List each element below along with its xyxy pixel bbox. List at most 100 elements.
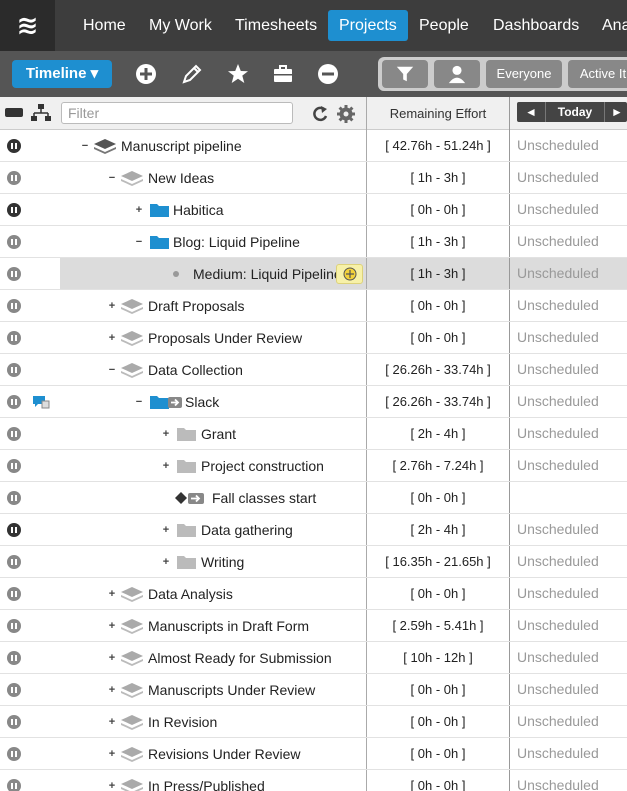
hierarchy-icon[interactable] [30, 103, 52, 123]
pause-icon[interactable] [7, 683, 21, 697]
app-logo-icon[interactable]: ≋ [0, 0, 55, 51]
filter-input[interactable] [61, 102, 293, 124]
row-label[interactable]: Fall classes start [212, 489, 316, 507]
schedule-cell[interactable]: Unscheduled [510, 450, 627, 481]
person-icon[interactable] [434, 60, 480, 88]
pause-icon[interactable] [7, 747, 21, 761]
row-label[interactable]: Proposals Under Review [148, 329, 302, 347]
collapse-icon[interactable]: − [80, 141, 90, 152]
schedule-cell[interactable]: Unscheduled [510, 578, 627, 609]
table-row[interactable]: + Project construction [ 2.76h - 7.24h ] Un… [0, 450, 627, 482]
row-label[interactable]: Data gathering [201, 521, 293, 539]
table-row[interactable]: + Almost Ready for Submission [ 10h - 12h … [0, 642, 627, 674]
remaining-effort-header[interactable]: Remaining Effort [366, 97, 510, 130]
expand-icon[interactable]: + [107, 781, 117, 791]
pause-icon[interactable] [7, 427, 21, 441]
expand-icon[interactable]: + [134, 205, 144, 216]
schedule-cell[interactable]: Unscheduled [510, 738, 627, 769]
row-label[interactable]: New Ideas [148, 169, 214, 187]
pause-icon[interactable] [7, 619, 21, 633]
collapse-icon[interactable]: − [107, 173, 117, 184]
schedule-cell[interactable]: Unscheduled [510, 290, 627, 321]
pause-icon[interactable] [7, 203, 21, 217]
remove-icon[interactable] [316, 62, 340, 86]
schedule-cell[interactable]: Unscheduled [510, 226, 627, 257]
table-row[interactable]: + Data gathering [ 2h - 4h ] Unscheduled [0, 514, 627, 546]
row-label[interactable]: Writing [201, 553, 244, 571]
pause-icon[interactable] [7, 171, 21, 185]
schedule-cell[interactable]: Unscheduled [510, 162, 627, 193]
schedule-cell[interactable]: Unscheduled [510, 258, 627, 289]
table-row[interactable]: − Slack [ 26.26h - 33.74h ] Unscheduled [0, 386, 627, 418]
schedule-cell[interactable]: Unscheduled [510, 674, 627, 705]
schedule-cell[interactable]: Unscheduled [510, 546, 627, 577]
expand-icon[interactable]: + [107, 621, 117, 632]
table-row[interactable]: − Blog: Liquid Pipeline [ 1h - 3h ] Unsched… [0, 226, 627, 258]
table-row[interactable]: Medium: Liquid Pipeline [ 1h - 3h ] Unsche… [0, 258, 627, 290]
row-label[interactable]: Draft Proposals [148, 297, 244, 315]
nav-dashboards[interactable]: Dashboards [482, 10, 590, 41]
schedule-cell[interactable]: Unscheduled [510, 194, 627, 225]
schedule-cell[interactable] [510, 482, 627, 513]
expand-icon[interactable]: + [161, 461, 171, 472]
schedule-cell[interactable]: Unscheduled [510, 770, 627, 791]
filter-icon[interactable] [382, 60, 428, 88]
pause-icon[interactable] [7, 779, 21, 791]
row-label[interactable]: Project construction [201, 457, 324, 475]
row-label[interactable]: Grant [201, 425, 236, 443]
next-date-arrow[interactable]: ► [611, 102, 623, 122]
expand-icon[interactable]: + [107, 301, 117, 312]
pause-icon[interactable] [7, 491, 21, 505]
add-icon[interactable] [134, 62, 158, 86]
row-label[interactable]: Habitica [173, 201, 224, 219]
row-label[interactable]: Medium: Liquid Pipeline [193, 265, 342, 283]
schedule-cell[interactable]: Unscheduled [510, 610, 627, 641]
today-button[interactable]: Today [545, 102, 605, 122]
nav-analytics[interactable]: Ana [591, 10, 627, 41]
expand-icon[interactable]: + [107, 685, 117, 696]
table-row[interactable]: + In Revision [ 0h - 0h ] Unscheduled [0, 706, 627, 738]
schedule-cell[interactable]: Unscheduled [510, 386, 627, 417]
expand-icon[interactable]: + [107, 589, 117, 600]
row-label[interactable]: Slack [185, 393, 219, 411]
pause-icon[interactable] [7, 363, 21, 377]
table-row[interactable]: + Draft Proposals [ 0h - 0h ] Unscheduled [0, 290, 627, 322]
row-label[interactable]: Revisions Under Review [148, 745, 301, 763]
schedule-cell[interactable]: Unscheduled [510, 130, 627, 161]
collapse-icon[interactable]: − [107, 365, 117, 376]
row-label[interactable]: Data Collection [148, 361, 243, 379]
nav-projects[interactable]: Projects [328, 10, 408, 41]
collapse-icon[interactable]: − [134, 237, 144, 248]
expand-icon[interactable]: + [107, 717, 117, 728]
row-label[interactable]: Blog: Liquid Pipeline [173, 233, 300, 251]
pause-icon[interactable] [7, 715, 21, 729]
pause-icon[interactable] [7, 395, 21, 409]
row-label[interactable]: Almost Ready for Submission [148, 649, 332, 667]
schedule-cell[interactable]: Unscheduled [510, 706, 627, 737]
refresh-icon[interactable] [310, 104, 330, 124]
row-label[interactable]: In Press/Published [148, 777, 265, 791]
schedule-cell[interactable]: Unscheduled [510, 418, 627, 449]
table-row[interactable]: Fall classes start [ 0h - 0h ] [0, 482, 627, 514]
table-row[interactable]: + Habitica [ 0h - 0h ] Unscheduled [0, 194, 627, 226]
star-icon[interactable] [226, 62, 250, 86]
priority-badge-icon[interactable] [336, 264, 363, 284]
pause-icon[interactable] [7, 235, 21, 249]
expand-icon[interactable]: + [107, 653, 117, 664]
collapse-all-icon[interactable] [5, 108, 23, 117]
pause-icon[interactable] [7, 299, 21, 313]
pause-icon[interactable] [7, 651, 21, 665]
timeline-dropdown-button[interactable]: Timeline ▾ [12, 60, 112, 88]
table-row[interactable]: + Writing [ 16.35h - 21.65h ] Unscheduled [0, 546, 627, 578]
table-row[interactable]: + Revisions Under Review [ 0h - 0h ] Unsche… [0, 738, 627, 770]
schedule-cell[interactable]: Unscheduled [510, 642, 627, 673]
expand-icon[interactable]: + [161, 525, 171, 536]
pause-icon[interactable] [7, 587, 21, 601]
prev-date-arrow[interactable]: ◄ [525, 102, 537, 122]
table-row[interactable]: − New Ideas [ 1h - 3h ] Unscheduled [0, 162, 627, 194]
briefcase-icon[interactable] [271, 62, 295, 86]
row-label[interactable]: Manuscripts in Draft Form [148, 617, 309, 635]
nav-home[interactable]: Home [72, 10, 137, 41]
expand-icon[interactable]: + [107, 749, 117, 760]
table-row[interactable]: + Manuscripts Under Review [ 0h - 0h ] Unsc… [0, 674, 627, 706]
